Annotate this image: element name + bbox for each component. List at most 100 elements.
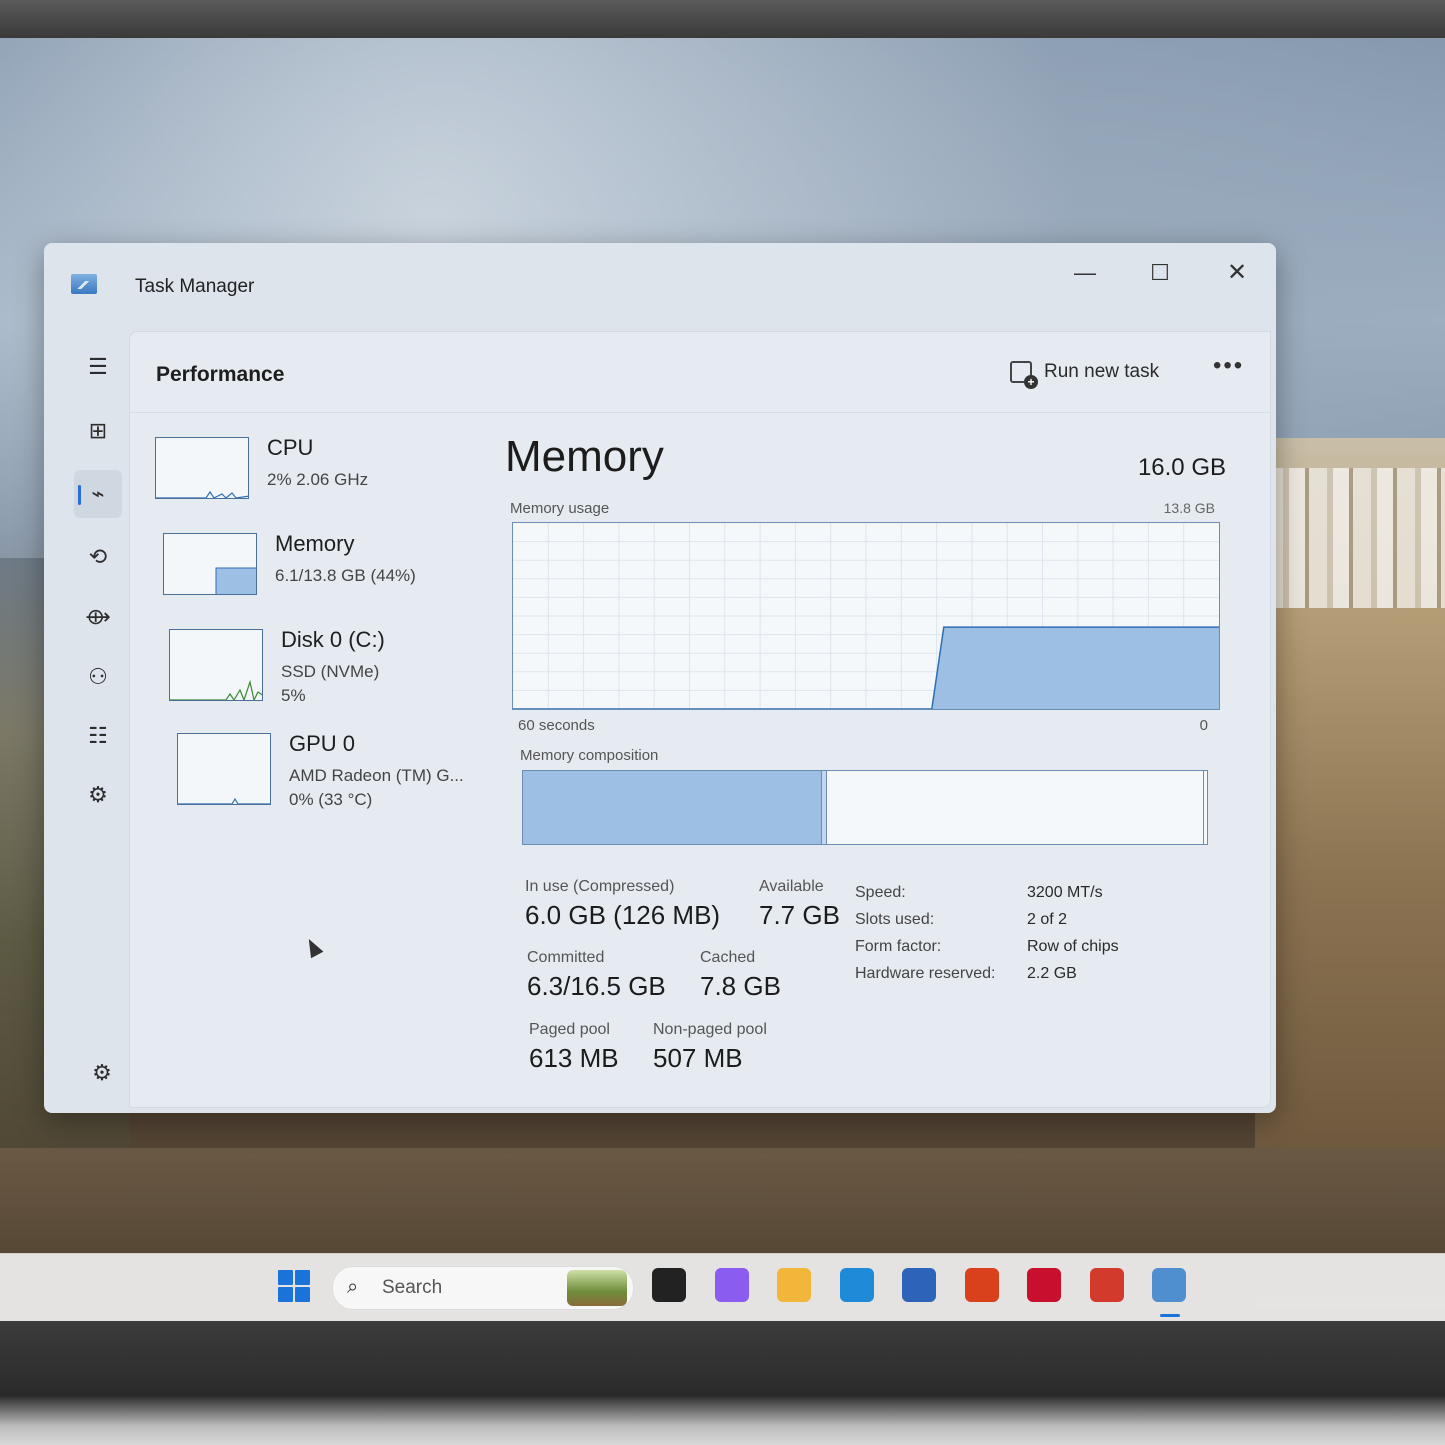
task-manager-app-icon: [71, 274, 97, 294]
performance-icon: ⌁: [91, 481, 105, 506]
stat-label: Non-paged pool: [653, 1021, 767, 1038]
memory-composition-bar: [522, 770, 1208, 845]
stat-value: 7.7 GB: [759, 900, 840, 930]
nav-users-icon[interactable]: ⚇: [74, 653, 122, 701]
perf-item-disk[interactable]: Disk 0 (C:) SSD (NVMe) 5%: [169, 627, 509, 733]
maximize-button[interactable]: ☐: [1130, 253, 1190, 293]
stat-value: 6.3/16.5 GB: [527, 971, 666, 1001]
header-divider: [130, 412, 1270, 413]
close-button[interactable]: ✕: [1207, 253, 1267, 293]
spec-value: 2.2 GB: [1027, 965, 1077, 982]
nav-app-history-icon[interactable]: ⟲: [74, 533, 122, 581]
task-manager-taskbar-icon[interactable]: [1152, 1268, 1186, 1302]
graph-time-left: 60 seconds: [518, 717, 595, 734]
l-app-taskbar-icon[interactable]: [964, 1268, 999, 1302]
hamburger-menu-icon[interactable]: ☰: [74, 343, 122, 391]
mcafee-taskbar-icon[interactable]: [1027, 1268, 1061, 1302]
stat-value: 7.8 GB: [700, 971, 781, 1001]
perf-item-subtitle: 2% 2.06 GHz: [267, 470, 369, 489]
spec-key: Slots used:: [855, 911, 935, 928]
more-options-icon[interactable]: •••: [1213, 352, 1244, 380]
search-icon: ⌕: [347, 1276, 359, 1298]
perf-item-subtitle: AMD Radeon (TM) G... 0% (33 °C): [289, 764, 464, 812]
gpu-thumbnail-graph: [177, 733, 271, 805]
gpu-model: AMD Radeon (TM) G...: [289, 766, 464, 785]
memory-usage-max: 13.8 GB: [1163, 500, 1215, 516]
disk-thumbnail-graph: [169, 629, 263, 701]
stat-value: 6.0 GB (126 MB): [525, 900, 721, 930]
terminal-taskbar-icon[interactable]: [652, 1268, 686, 1302]
spec-value: 2 of 2: [1027, 911, 1068, 928]
run-new-task-button[interactable]: Run new task: [1010, 354, 1159, 390]
perf-item-cpu[interactable]: CPU 2% 2.06 GHz: [155, 435, 495, 533]
active-indicator: [78, 485, 81, 505]
start-button-icon[interactable]: [278, 1270, 310, 1302]
title-bar[interactable]: Task Manager — ☐ ✕: [44, 243, 1276, 329]
nav-startup-apps-icon[interactable]: ⟴: [74, 593, 122, 641]
disk-usage: 5%: [281, 686, 306, 705]
copilot-taskbar-icon[interactable]: [714, 1268, 749, 1302]
stat-value: 507 MB: [653, 1043, 743, 1073]
stat-nonpaged-pool: Non-paged pool 507 MB: [653, 1021, 767, 1074]
perf-item-title: CPU: [267, 435, 314, 460]
disk-mini-graph: [170, 679, 262, 700]
composition-standby: [1203, 771, 1207, 844]
memory-usage-label: Memory usage: [510, 500, 610, 517]
perf-item-subtitle: SSD (NVMe) 5%: [281, 660, 379, 708]
run-task-icon: [1010, 361, 1038, 389]
stat-label: Paged pool: [529, 1021, 610, 1038]
edge-taskbar-icon[interactable]: [839, 1268, 874, 1302]
stat-value: 613 MB: [529, 1043, 619, 1073]
stat-available: Available 7.7 GB: [759, 878, 840, 931]
window-title: Task Manager: [135, 276, 255, 297]
search-highlight-image: [567, 1270, 627, 1306]
cpu-mini-graph: [156, 490, 248, 498]
composition-modified: [820, 771, 828, 844]
composition-in-use: [523, 771, 821, 844]
run-new-task-label: Run new task: [1044, 361, 1160, 382]
graph-time-right: 0: [1199, 717, 1208, 734]
perf-item-gpu[interactable]: GPU 0 AMD Radeon (TM) G... 0% (33 °C): [177, 731, 517, 829]
memory-usage-chart: [513, 523, 1219, 709]
gpu-usage-temp: 0% (33 °C): [289, 790, 373, 809]
nav-processes-icon[interactable]: ⊞: [74, 407, 122, 455]
memory-mini-graph: [215, 567, 256, 594]
spec-value: 3200 MT/s: [1027, 884, 1103, 901]
performance-list: CPU 2% 2.06 GHz Memory 6.1/13.8 GB (44%): [155, 435, 495, 829]
nav-services-icon[interactable]: ⚙: [74, 771, 122, 819]
perf-item-memory[interactable]: Memory 6.1/13.8 GB (44%): [163, 531, 503, 629]
main-content: Performance Run new task ••• CPU 2% 2.06…: [129, 331, 1271, 1108]
task-manager-window: Task Manager — ☐ ✕ ☰ ⊞ ⌁ ⟲ ⟴ ⚇ ☷ ⚙ ⚙ Per…: [44, 243, 1276, 1113]
spec-value: Row of chips: [1027, 938, 1119, 955]
stat-label: Available: [759, 878, 824, 895]
stat-in-use: In use (Compressed) 6.0 GB (126 MB): [525, 878, 720, 931]
nav-details-icon[interactable]: ☷: [74, 712, 122, 760]
stat-label: Committed: [527, 949, 605, 966]
settings-gear-icon[interactable]: ⚙: [78, 1049, 126, 1097]
memory-composition-label: Memory composition: [520, 747, 659, 764]
spec-key: Speed:: [855, 884, 906, 901]
disk-type: SSD (NVMe): [281, 662, 380, 681]
gpu-mini-graph: [178, 797, 270, 804]
taskbar-search-box[interactable]: ⌕ Search: [332, 1266, 634, 1310]
spec-key: Hardware reserved:: [855, 965, 996, 982]
stat-label: Cached: [700, 949, 756, 966]
stat-paged-pool: Paged pool 613 MB: [529, 1021, 619, 1074]
red-app-taskbar-icon[interactable]: [1089, 1268, 1124, 1302]
nav-sidebar: ☰ ⊞ ⌁ ⟲ ⟴ ⚇ ☷ ⚙ ⚙: [64, 343, 134, 1103]
memory-thumbnail-graph: [163, 533, 257, 595]
memory-usage-graph: [512, 522, 1220, 710]
perf-item-title: Disk 0 (C:): [281, 627, 385, 652]
monitor-bezel-top: [0, 0, 1445, 38]
file-explorer-taskbar-icon[interactable]: [777, 1268, 811, 1302]
minimize-button[interactable]: —: [1055, 253, 1115, 293]
perf-item-title: Memory: [275, 531, 355, 556]
stat-cached: Cached 7.8 GB: [700, 949, 781, 1002]
stat-label: In use (Compressed): [525, 878, 675, 895]
taskbar: ⌕ Search: [0, 1253, 1445, 1322]
nav-performance-icon[interactable]: ⌁: [74, 470, 122, 518]
wallpaper-town: [1265, 468, 1445, 608]
perf-item-title: GPU 0: [289, 731, 356, 756]
store-taskbar-icon[interactable]: [902, 1268, 936, 1302]
page-title: Performance: [156, 363, 285, 386]
